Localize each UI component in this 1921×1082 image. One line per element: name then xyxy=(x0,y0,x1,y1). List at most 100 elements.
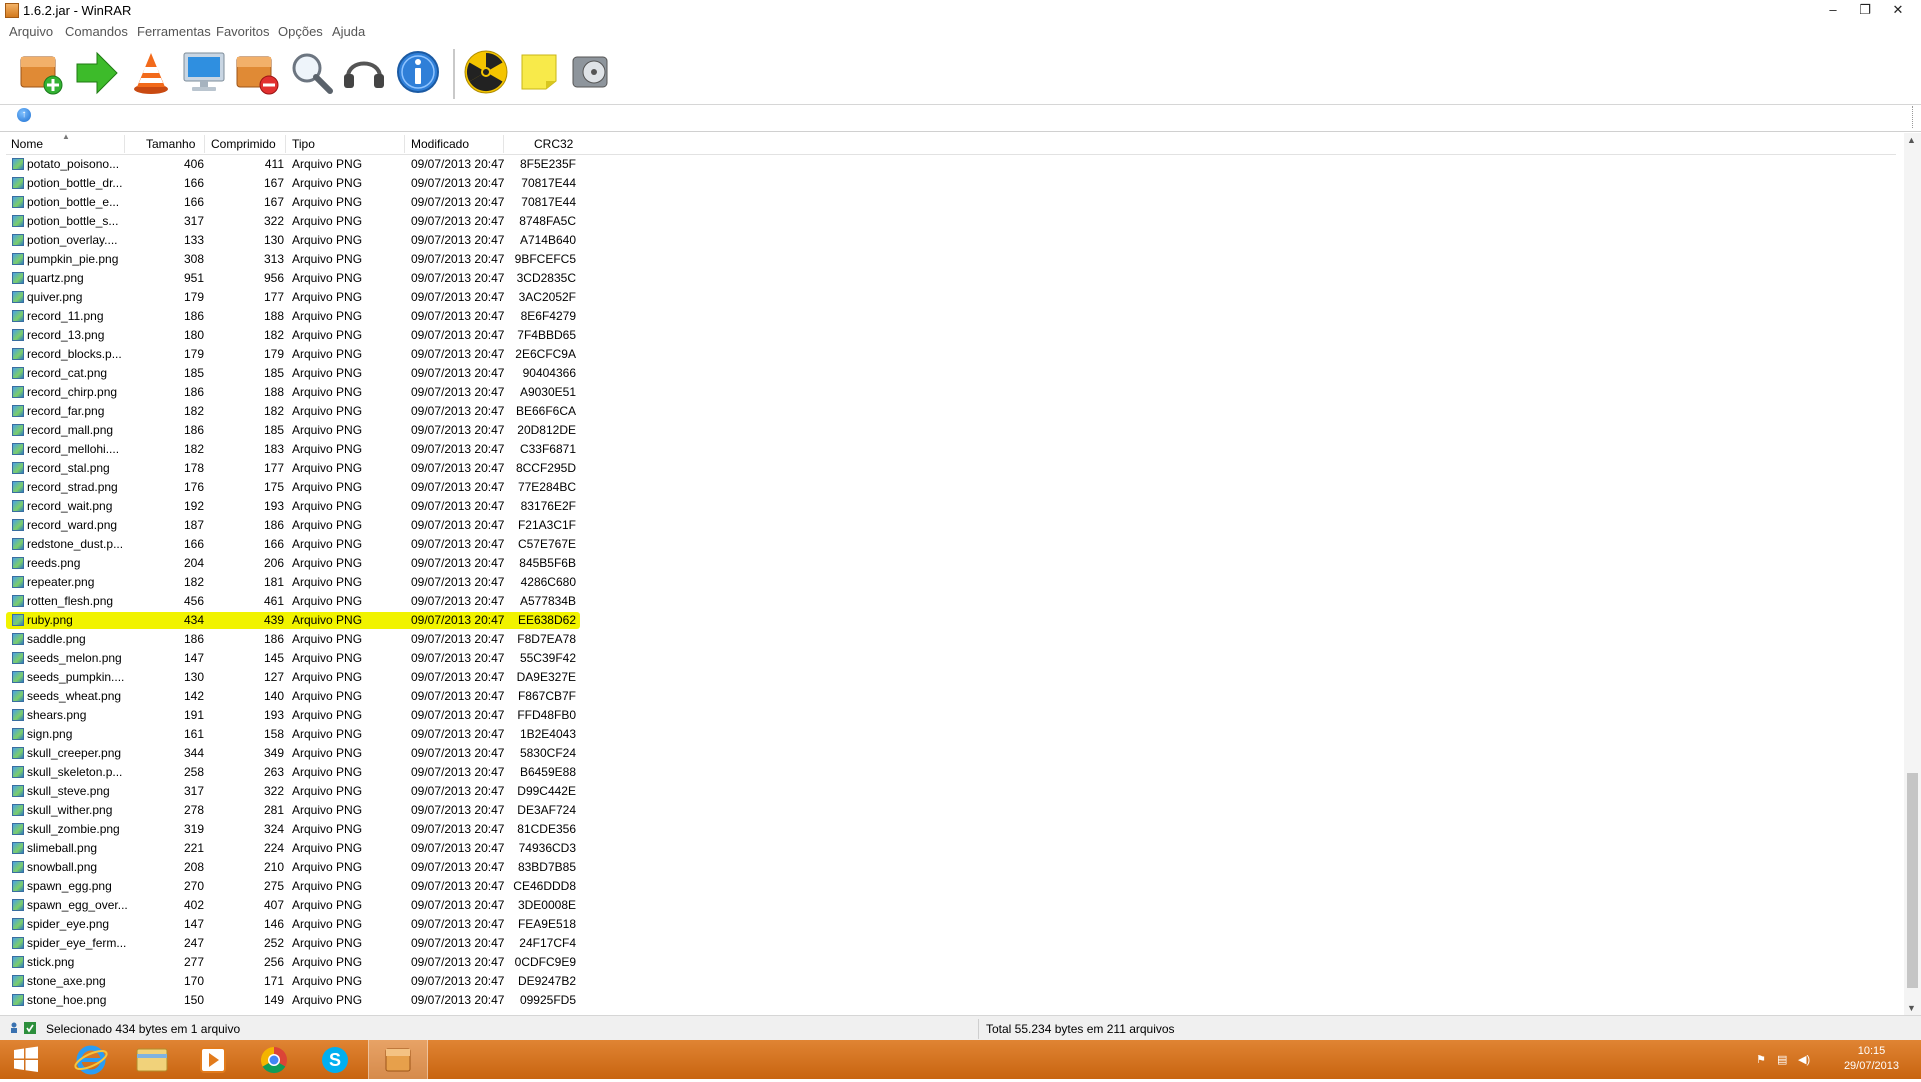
table-row-selected[interactable]: ruby.png 434 439 Arquivo PNG 09/07/2013 20:4… xyxy=(6,611,1896,630)
table-row[interactable]: reeds.png 204 206 Arquivo PNG 09/07/2013 20:… xyxy=(6,554,1896,573)
column-type[interactable]: Tipo xyxy=(292,137,315,151)
table-row[interactable]: potion_bottle_dr... 166 167 Arquivo PNG 09/0… xyxy=(6,174,1896,193)
table-row[interactable]: seeds_melon.png 147 145 Arquivo PNG 09/07/20… xyxy=(6,649,1896,668)
table-row[interactable]: record_stal.png 178 177 Arquivo PNG 09/07/20… xyxy=(6,459,1896,478)
windows-start-icon[interactable] xyxy=(0,1040,52,1079)
table-row[interactable]: repeater.png 182 181 Arquivo PNG 09/07/2013 … xyxy=(6,573,1896,592)
add-icon[interactable] xyxy=(17,47,67,97)
table-row[interactable]: spider_eye_ferm... 247 252 Arquivo PNG 09/07… xyxy=(6,934,1896,953)
table-row[interactable]: snowball.png 208 210 Arquivo PNG 09/07/2013 … xyxy=(6,858,1896,877)
action-center-flag-icon[interactable]: ⚑ xyxy=(1756,1054,1768,1066)
table-row[interactable]: spawn_egg_over... 402 407 Arquivo PNG 09/07/… xyxy=(6,896,1896,915)
table-row[interactable]: skull_skeleton.p... 258 263 Arquivo PNG 09/0… xyxy=(6,763,1896,782)
scroll-down-icon[interactable]: ▼ xyxy=(1907,1003,1916,1013)
file-type: Arquivo PNG xyxy=(292,366,363,380)
column-divider[interactable] xyxy=(285,135,286,153)
column-packed[interactable]: Comprimido xyxy=(211,137,276,151)
table-row[interactable]: quartz.png 951 956 Arquivo PNG 09/07/2013 20… xyxy=(6,269,1896,288)
table-row[interactable]: saddle.png 186 186 Arquivo PNG 09/07/2013 20… xyxy=(6,630,1896,649)
file-size: 278 xyxy=(183,803,204,817)
test-icon[interactable] xyxy=(126,47,176,97)
table-row[interactable]: sign.png 161 158 Arquivo PNG 09/07/2013 20:4… xyxy=(6,725,1896,744)
table-row[interactable]: record_far.png 182 182 Arquivo PNG 09/07/201… xyxy=(6,402,1896,421)
file-name: rotten_flesh.png xyxy=(27,594,114,608)
table-row[interactable]: record_blocks.p... 179 179 Arquivo PNG 09/07… xyxy=(6,345,1896,364)
table-row[interactable]: redstone_dust.p... 166 166 Arquivo PNG 09/07… xyxy=(6,535,1896,554)
menu-opcoes[interactable]: Opções xyxy=(278,24,323,39)
table-row[interactable]: record_chirp.png 186 188 Arquivo PNG 09/07/2… xyxy=(6,383,1896,402)
column-divider[interactable] xyxy=(404,135,405,153)
file-explorer-icon[interactable] xyxy=(123,1040,181,1079)
close-button[interactable]: ✕ xyxy=(1883,0,1913,20)
table-row[interactable]: record_strad.png 176 175 Arquivo PNG 09/07/2… xyxy=(6,478,1896,497)
table-row[interactable]: record_mellohi.... 182 183 Arquivo PNG 09/07… xyxy=(6,440,1896,459)
column-divider[interactable] xyxy=(124,135,125,153)
table-row[interactable]: record_13.png 180 182 Arquivo PNG 09/07/2013… xyxy=(6,326,1896,345)
column-size[interactable]: Tamanho xyxy=(146,137,195,151)
file-modified: 09/07/2013 20:47 xyxy=(411,708,505,722)
table-row[interactable]: record_mall.png 186 185 Arquivo PNG 09/07/20… xyxy=(6,421,1896,440)
menu-arquivo[interactable]: Arquivo xyxy=(9,24,53,39)
table-row[interactable]: record_ward.png 187 186 Arquivo PNG 09/07/20… xyxy=(6,516,1896,535)
table-row[interactable]: skull_wither.png 278 281 Arquivo PNG 09/07/2… xyxy=(6,801,1896,820)
info-icon[interactable] xyxy=(393,47,443,97)
table-row[interactable]: pumpkin_pie.png 308 313 Arquivo PNG 09/07/20… xyxy=(6,250,1896,269)
table-row[interactable]: stone_axe.png 170 171 Arquivo PNG 09/07/2013… xyxy=(6,972,1896,991)
vertical-scrollbar[interactable]: ▲ ▼ xyxy=(1904,133,1921,1015)
table-row[interactable]: stone_hoe.png 150 149 Arquivo PNG 09/07/2013… xyxy=(6,991,1896,1010)
column-name[interactable]: Nome xyxy=(11,137,43,151)
delete-icon[interactable] xyxy=(233,47,283,97)
find-icon[interactable] xyxy=(286,47,336,97)
table-row[interactable]: slimeball.png 221 224 Arquivo PNG 09/07/2013… xyxy=(6,839,1896,858)
internet-explorer-icon[interactable] xyxy=(62,1040,120,1079)
view-icon[interactable] xyxy=(179,47,229,97)
column-divider[interactable] xyxy=(204,135,205,153)
table-row[interactable]: record_wait.png 192 193 Arquivo PNG 09/07/20… xyxy=(6,497,1896,516)
table-row[interactable]: potato_poisono... 406 411 Arquivo PNG 09/07/… xyxy=(6,155,1896,174)
table-row[interactable]: potion_bottle_s... 317 322 Arquivo PNG 09/07… xyxy=(6,212,1896,231)
table-row[interactable]: spawn_egg.png 270 275 Arquivo PNG 09/07/2013… xyxy=(6,877,1896,896)
table-row[interactable]: skull_steve.png 317 322 Arquivo PNG 09/07/20… xyxy=(6,782,1896,801)
file-modified: 09/07/2013 20:47 xyxy=(411,556,505,570)
column-modified[interactable]: Modificado xyxy=(411,137,469,151)
wizard-icon[interactable] xyxy=(339,47,389,97)
column-crc[interactable]: CRC32 xyxy=(534,137,573,151)
media-player-icon[interactable] xyxy=(184,1040,242,1079)
menu-ferramentas[interactable]: Ferramentas xyxy=(137,24,211,39)
comment-icon[interactable] xyxy=(514,47,564,97)
extract-icon[interactable] xyxy=(73,47,123,97)
table-row[interactable]: stick.png 277 256 Arquivo PNG 09/07/2013 20:… xyxy=(6,953,1896,972)
table-row[interactable]: seeds_pumpkin.... 130 127 Arquivo PNG 09/07/… xyxy=(6,668,1896,687)
table-row[interactable]: rotten_flesh.png 456 461 Arquivo PNG 09/07/2… xyxy=(6,592,1896,611)
menu-comandos[interactable]: Comandos xyxy=(65,24,128,39)
system-clock[interactable]: 10:15 29/07/2013 xyxy=(1844,1044,1899,1074)
table-row[interactable]: potion_bottle_e... 166 167 Arquivo PNG 09/07… xyxy=(6,193,1896,212)
up-folder-icon[interactable]: ↑ xyxy=(17,108,31,122)
menu-favoritos[interactable]: Favoritos xyxy=(216,24,269,39)
table-row[interactable]: spider_eye.png 147 146 Arquivo PNG 09/07/201… xyxy=(6,915,1896,934)
sfx-icon[interactable] xyxy=(567,47,617,97)
volume-icon[interactable]: ◀) xyxy=(1798,1054,1810,1066)
minimize-button[interactable]: – xyxy=(1818,0,1848,20)
key-icon[interactable] xyxy=(24,1022,36,1034)
table-row[interactable]: potion_overlay.... 133 130 Arquivo PNG 09/07… xyxy=(6,231,1896,250)
table-row[interactable]: skull_zombie.png 319 324 Arquivo PNG 09/07/2… xyxy=(6,820,1896,839)
virus-scan-icon[interactable] xyxy=(461,47,511,97)
skype-icon[interactable]: S xyxy=(306,1040,364,1079)
network-icon[interactable]: ▤ xyxy=(1777,1054,1789,1066)
drive-icon[interactable] xyxy=(8,1022,20,1034)
table-row[interactable]: skull_creeper.png 344 349 Arquivo PNG 09/07/… xyxy=(6,744,1896,763)
taskbar: S ⚑ ▤ ◀) 10:15 29/07/2013 xyxy=(0,1040,1921,1079)
table-row[interactable]: record_11.png 186 188 Arquivo PNG 09/07/2013… xyxy=(6,307,1896,326)
table-row[interactable]: seeds_wheat.png 142 140 Arquivo PNG 09/07/20… xyxy=(6,687,1896,706)
column-divider[interactable] xyxy=(503,135,504,153)
winrar-icon[interactable] xyxy=(368,1040,428,1079)
restore-button[interactable]: ❐ xyxy=(1850,0,1880,20)
table-row[interactable]: shears.png 191 193 Arquivo PNG 09/07/2013 20… xyxy=(6,706,1896,725)
table-row[interactable]: quiver.png 179 177 Arquivo PNG 09/07/2013 20… xyxy=(6,288,1896,307)
menu-ajuda[interactable]: Ajuda xyxy=(332,24,365,39)
table-row[interactable]: record_cat.png 185 185 Arquivo PNG 09/07/201… xyxy=(6,364,1896,383)
chrome-icon[interactable] xyxy=(245,1040,303,1079)
scrollbar-thumb[interactable] xyxy=(1907,773,1918,988)
scroll-up-icon[interactable]: ▲ xyxy=(1907,135,1916,145)
